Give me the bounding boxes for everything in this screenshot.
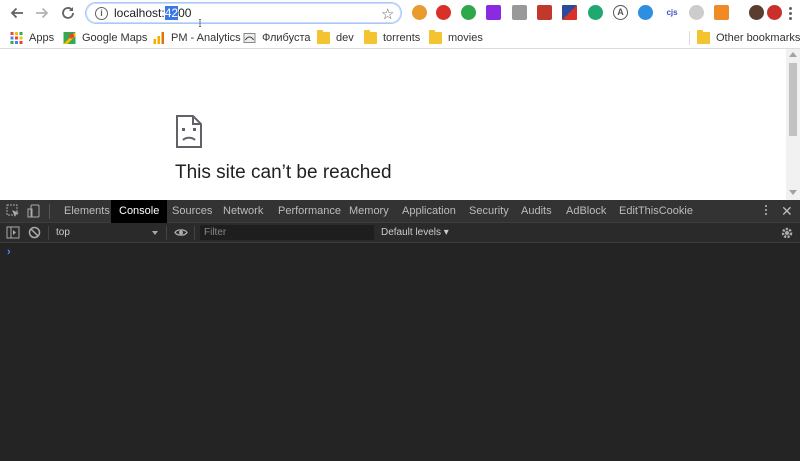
address-bar[interactable]: i localhost:4200 ☆	[85, 2, 402, 27]
analytics-icon	[153, 32, 164, 44]
blue-extension-icon[interactable]	[638, 5, 653, 20]
toolbar-divider	[48, 226, 49, 240]
toolbar-divider	[49, 204, 50, 219]
devtools-menu-icon[interactable]	[764, 205, 768, 217]
other-bookmarks[interactable]: Other bookmarks	[697, 30, 800, 46]
browser-menu-icon[interactable]	[785, 6, 795, 20]
folder-icon	[364, 30, 377, 44]
log-levels-dropdown[interactable]: Default levels ▾	[381, 227, 449, 238]
page-content: This site can’t be reached	[0, 49, 786, 200]
tab-console[interactable]: Console	[111, 200, 168, 223]
inspect-element-icon[interactable]	[6, 204, 20, 218]
scroll-thumb[interactable]	[789, 63, 797, 136]
bookmarks-bar: Apps Google Maps PM - Analytics Флибуста…	[0, 27, 800, 49]
cookie-extension-icon[interactable]	[412, 5, 427, 20]
context-selector[interactable]: top	[56, 227, 70, 238]
bookmark-folder-dev[interactable]: dev	[317, 30, 354, 46]
tab-memory[interactable]: Memory	[341, 200, 397, 223]
avatar[interactable]	[749, 5, 764, 20]
devtools-tab-bar: Elements Console Sources Network Perform…	[0, 200, 800, 223]
folder-icon	[429, 30, 442, 44]
folder-icon	[697, 30, 710, 44]
url-selection: 42	[164, 6, 179, 20]
sad-page-icon	[176, 115, 202, 148]
tab-sources[interactable]: Sources	[164, 200, 220, 223]
error-title: This site can’t be reached	[175, 162, 392, 183]
red-extension-icon[interactable]	[767, 5, 782, 20]
tab-elements[interactable]: Elements	[56, 200, 118, 223]
orange-extension-icon[interactable]	[714, 5, 729, 20]
tab-adblock[interactable]: AdBlock	[558, 200, 614, 223]
bookmark-label: movies	[448, 32, 483, 44]
toolbar-divider	[166, 226, 167, 240]
bookmarks-divider	[689, 31, 690, 45]
bookmark-label: PM - Analytics	[171, 32, 241, 44]
filter-input[interactable]: Filter	[200, 225, 374, 240]
flibusta-icon	[243, 33, 256, 43]
tab-performance[interactable]: Performance	[270, 200, 349, 223]
adblock-extension-icon[interactable]	[436, 5, 451, 20]
clear-console-icon[interactable]	[28, 226, 41, 239]
grey-extension-icon[interactable]	[512, 5, 527, 20]
tab-application[interactable]: Application	[394, 200, 464, 223]
purple-extension-icon[interactable]	[486, 5, 501, 20]
bookmark-label: torrents	[383, 32, 421, 44]
flag-extension-icon[interactable]	[562, 5, 577, 20]
bookmark-label: Other bookmarks	[716, 32, 800, 44]
cjs-extension-icon[interactable]: cjs	[663, 5, 681, 20]
bookmark-label: Google Maps	[82, 32, 148, 44]
back-arrow-icon[interactable]	[5, 1, 29, 25]
gear-icon[interactable]	[780, 226, 794, 240]
bookmark-star-icon[interactable]: ☆	[381, 5, 394, 23]
bookmark-pm-analytics[interactable]: PM - Analytics	[152, 30, 241, 46]
apps-grid-icon	[10, 32, 23, 44]
bookmark-label: Apps	[29, 32, 55, 44]
tab-security[interactable]: Security	[461, 200, 517, 223]
red-square-extension-icon[interactable]	[537, 5, 552, 20]
bookmark-label: Флибуста	[262, 32, 311, 44]
bookmark-folder-torrents[interactable]: torrents	[364, 30, 420, 46]
browser-toolbar: i localhost:4200 ☆ A cjs	[0, 0, 800, 27]
forward-arrow-icon[interactable]	[30, 1, 54, 25]
grey-circle-extension-icon[interactable]	[689, 5, 704, 20]
scroll-down-arrow-icon[interactable]	[789, 190, 797, 195]
page-scrollbar[interactable]	[786, 49, 800, 200]
info-icon[interactable]: i	[95, 7, 108, 20]
reload-icon[interactable]	[56, 1, 80, 25]
console-toolbar: top Filter Default levels ▾	[0, 223, 800, 243]
maps-icon	[63, 32, 76, 44]
tab-network[interactable]: Network	[215, 200, 271, 223]
tab-editthiscookie[interactable]: EditThisCookie	[611, 200, 701, 223]
bookmark-apps[interactable]: Apps	[10, 30, 54, 46]
teal-extension-icon[interactable]	[588, 5, 603, 20]
url-text[interactable]: localhost:4200	[114, 6, 191, 20]
sidebar-toggle-icon[interactable]	[6, 226, 20, 239]
close-icon[interactable]: ✕	[781, 203, 793, 220]
bookmark-label: dev	[336, 32, 354, 44]
bookmark-google-maps[interactable]: Google Maps	[63, 30, 147, 46]
green-extension-icon[interactable]	[461, 5, 476, 20]
console-prompt[interactable]: ›	[7, 246, 11, 258]
bookmark-flibusta[interactable]: Флибуста	[243, 30, 311, 46]
scroll-up-arrow-icon[interactable]	[789, 52, 797, 57]
tab-audits[interactable]: Audits	[513, 200, 560, 223]
a-circle-extension-icon[interactable]: A	[613, 5, 628, 20]
folder-icon	[317, 30, 330, 44]
chevron-down-icon[interactable]	[152, 231, 158, 235]
toolbar-divider	[194, 226, 195, 240]
eye-icon[interactable]	[174, 227, 188, 238]
device-toolbar-icon[interactable]	[27, 204, 41, 218]
bookmark-folder-movies[interactable]: movies	[429, 30, 483, 46]
devtools-panel: Elements Console Sources Network Perform…	[0, 200, 800, 461]
